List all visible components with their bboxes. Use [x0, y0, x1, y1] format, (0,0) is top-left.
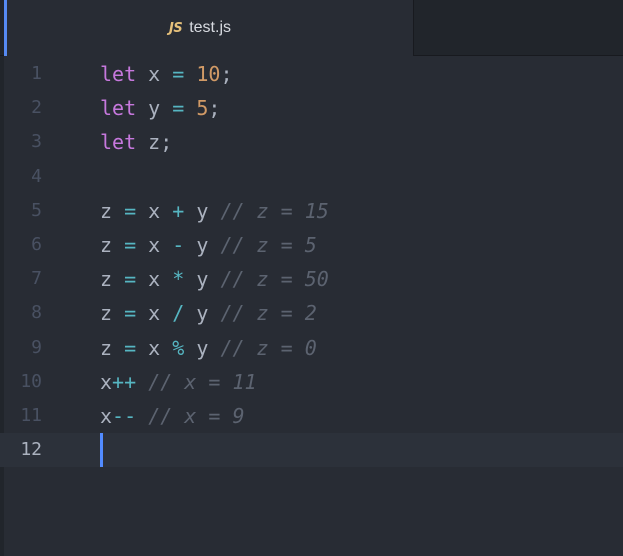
code-token: = — [124, 267, 137, 292]
code-token: * — [172, 267, 185, 292]
code-token: z — [100, 335, 125, 360]
line-number: 12 — [20, 439, 42, 461]
code-line[interactable]: 7 z = x * y // z = 50 — [0, 262, 623, 296]
code-token: x — [136, 301, 173, 326]
line-text: x++ // x = 11 — [100, 365, 257, 399]
code-token: x — [136, 267, 173, 292]
line-number: 7 — [31, 268, 42, 290]
code-token: ; — [208, 96, 221, 121]
code-token: / — [172, 301, 185, 326]
code-editor[interactable]: JS test.js 1 let x = 10; 2 let y = 5; 3 let z… — [0, 0, 623, 556]
code-line[interactable]: 1 let x = 10; — [0, 57, 623, 91]
line-number: 4 — [31, 165, 42, 187]
code-token: let — [100, 96, 137, 121]
code-token: z — [100, 301, 125, 326]
code-token: 10 — [196, 62, 221, 86]
line-text: let y = 5; — [100, 91, 220, 125]
tab-title: test.js — [189, 19, 231, 36]
code-token: x — [100, 403, 113, 428]
code-token: let — [100, 62, 137, 86]
code-token: y — [184, 335, 221, 360]
code-token: = — [124, 198, 137, 223]
line-number: 2 — [31, 97, 42, 119]
code-token: ++ — [112, 369, 137, 394]
code-line[interactable]: 5 z = x + y // z = 15 — [0, 194, 623, 228]
line-number: 8 — [31, 302, 42, 324]
code-token: -- — [112, 403, 137, 428]
code-token: y — [184, 301, 221, 326]
code-token: - — [172, 232, 185, 257]
code-token: % — [172, 335, 185, 360]
line-number: 11 — [20, 404, 42, 426]
code-token: = — [124, 301, 137, 326]
tab-test-js[interactable]: JS test.js — [4, 0, 414, 56]
code-token: x — [100, 369, 113, 394]
code-token: z — [100, 232, 125, 257]
line-number: 9 — [31, 336, 42, 358]
code-token: y — [184, 198, 221, 223]
line-text: z = x % y // z = 0 — [100, 331, 317, 365]
code-line[interactable]: 10 x++ // x = 11 — [0, 365, 623, 399]
code-token: x — [136, 335, 173, 360]
line-text: z = x / y // z = 2 — [100, 296, 317, 330]
code-line[interactable]: 11 x-- // x = 9 — [0, 399, 623, 433]
code-token: z — [100, 198, 125, 223]
line-text: z = x + y // z = 15 — [100, 194, 329, 228]
line-text: z = x * y // z = 50 — [100, 262, 329, 296]
line-text: x-- // x = 9 — [100, 399, 245, 433]
code-token: // z = 2 — [220, 301, 317, 326]
code-token: // z = 0 — [220, 335, 317, 360]
code-token: y — [184, 232, 221, 257]
code-token: 5 — [196, 96, 209, 121]
line-number: 6 — [31, 233, 42, 255]
code-token: y — [184, 267, 221, 292]
javascript-file-icon: JS — [169, 20, 183, 36]
code-token: x — [136, 62, 173, 86]
code-token: z — [100, 267, 125, 292]
code-token: // z = 50 — [220, 267, 329, 292]
line-text: let x = 10; — [100, 57, 232, 91]
code-token: // z = 15 — [220, 198, 329, 223]
code-token: // x = 9 — [148, 403, 245, 428]
code-token: = — [172, 62, 185, 86]
code-token: = — [124, 232, 137, 257]
tab-content: JS test.js — [169, 19, 231, 37]
code-token: = — [124, 335, 137, 360]
code-token: // x = 11 — [148, 369, 257, 394]
code-line[interactable]: 9 z = x % y // z = 0 — [0, 331, 623, 365]
code-token: ; — [220, 62, 233, 86]
line-number: 3 — [31, 131, 42, 153]
tab-bar: JS test.js — [0, 0, 623, 56]
line-text: let z; — [100, 125, 172, 159]
text-cursor — [100, 433, 103, 468]
code-line[interactable]: 4 — [0, 160, 623, 194]
code-area[interactable]: 1 let x = 10; 2 let y = 5; 3 let z; 4 5 z = x + … — [0, 57, 623, 468]
line-number: 1 — [31, 63, 42, 84]
code-token: y — [136, 96, 173, 121]
code-line[interactable]: 8 z = x / y // z = 2 — [0, 296, 623, 330]
code-token: // z = 5 — [220, 232, 317, 257]
code-line[interactable]: 6 z = x - y // z = 5 — [0, 228, 623, 262]
code-token: x — [136, 198, 173, 223]
line-number: 10 — [20, 370, 42, 392]
current-code-line[interactable]: 12 — [0, 433, 623, 468]
line-number: 5 — [31, 199, 42, 221]
code-token: let — [100, 130, 137, 155]
line-text: z = x - y // z = 5 — [100, 228, 317, 262]
code-line[interactable]: 2 let y = 5; — [0, 91, 623, 125]
code-line[interactable]: 3 let z; — [0, 125, 623, 159]
code-token: z; — [136, 130, 173, 155]
code-token: = — [172, 96, 185, 121]
code-token: x — [136, 232, 173, 257]
code-token: + — [172, 198, 185, 223]
